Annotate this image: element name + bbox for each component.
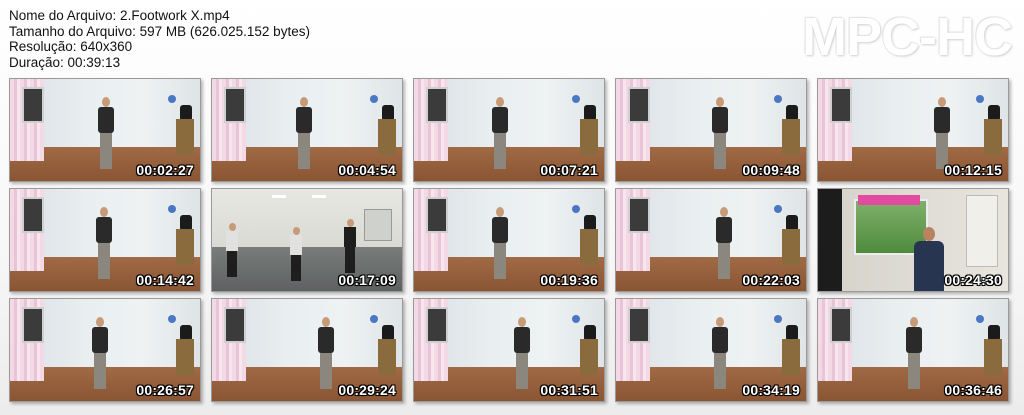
thumbnail-timestamp: 00:07:21 [540,162,598,178]
video-thumbnail[interactable]: 00:31:51 [413,298,605,402]
filename-text: Nome do Arquivo: 2.Footwork X.mp4 [9,8,230,23]
thumbnail-timestamp: 00:24:30 [944,272,1002,288]
video-thumbnail[interactable]: 00:07:21 [413,78,605,182]
thumbnail-timestamp: 00:17:09 [338,272,396,288]
video-thumbnail[interactable]: 00:19:36 [413,188,605,292]
video-thumbnail[interactable]: 00:14:42 [9,188,201,292]
video-thumbnail[interactable]: 00:04:54 [211,78,403,182]
thumbnail-timestamp: 00:02:27 [136,162,194,178]
video-thumbnail[interactable]: 00:29:24 [211,298,403,402]
thumbnail-grid: 00:02:27 00:04:54 00:07:21 00:09:48 00:12:15… [9,78,1015,408]
thumbnail-timestamp: 00:36:46 [944,382,1002,398]
video-thumbnail[interactable]: 00:22:03 [615,188,807,292]
filesize-text: Tamanho do Arquivo: 597 MB (626.025.152 … [9,23,310,39]
video-thumbnail[interactable]: 00:24:30 [817,188,1009,292]
thumbnail-timestamp: 00:19:36 [540,272,598,288]
file-info: Nome do Arquivo: 2.Footwork X.mp4 Tamanh… [9,8,310,70]
thumbnail-timestamp: 00:04:54 [338,162,396,178]
video-thumbnail[interactable]: 00:09:48 [615,78,807,182]
thumbnail-timestamp: 00:34:19 [742,382,800,398]
thumbnail-timestamp: 00:22:03 [742,272,800,288]
video-thumbnail[interactable]: 00:12:15 [817,78,1009,182]
thumbnail-timestamp: 00:29:24 [338,382,396,398]
video-thumbnail[interactable]: 00:36:46 [817,298,1009,402]
resolution-text: Resolução: 640x360 [9,39,133,54]
video-thumbnail[interactable]: 00:17:09 [211,188,403,292]
video-thumbnail[interactable]: 00:26:57 [9,298,201,402]
thumbnail-timestamp: 00:14:42 [136,272,194,288]
mpc-hc-logo: MPC-HC [802,7,1013,67]
thumbnail-timestamp: 00:09:48 [742,162,800,178]
video-thumbnail[interactable]: 00:34:19 [615,298,807,402]
duration-text: Duração: 00:39:13 [9,54,121,70]
thumbnail-timestamp: 00:12:15 [944,162,1002,178]
thumbnail-timestamp: 00:31:51 [540,382,598,398]
video-thumbnail[interactable]: 00:02:27 [9,78,201,182]
thumbnail-timestamp: 00:26:57 [136,382,194,398]
